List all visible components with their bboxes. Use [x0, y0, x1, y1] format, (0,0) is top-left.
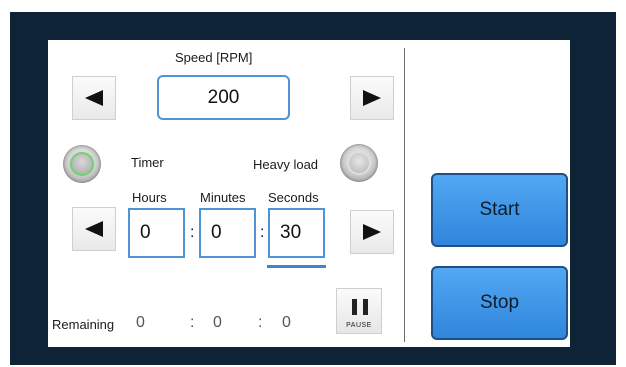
hours-field[interactable]: 0 — [128, 208, 185, 258]
right-arrow-icon — [363, 90, 381, 106]
right-arrow-icon — [363, 224, 381, 240]
speed-value-field[interactable]: 200 — [157, 75, 290, 120]
timer-indicator-led — [63, 145, 101, 183]
left-arrow-icon — [85, 221, 103, 237]
left-arrow-icon — [85, 90, 103, 106]
time-decrease-button[interactable] — [72, 207, 116, 251]
remaining-minutes: 0 — [213, 314, 222, 331]
remaining-separator: : — [258, 314, 263, 331]
speed-increase-button[interactable] — [350, 76, 394, 120]
pause-label: PAUSE — [346, 322, 372, 329]
heavy-load-indicator-label: Heavy load — [253, 157, 319, 172]
time-separator: : — [260, 224, 265, 241]
timer-indicator-label: Timer — [131, 155, 164, 170]
minutes-label: Minutes — [200, 190, 246, 205]
remaining-hours: 0 — [136, 314, 145, 331]
pause-button[interactable]: PAUSE — [336, 288, 382, 334]
minutes-field[interactable]: 0 — [199, 208, 256, 258]
hours-label: Hours — [132, 190, 167, 205]
speed-decrease-button[interactable] — [72, 76, 116, 120]
remaining-separator: : — [190, 314, 195, 331]
remaining-seconds: 0 — [282, 314, 291, 331]
start-button[interactable]: Start — [431, 173, 568, 247]
pause-icon — [352, 299, 368, 315]
stop-button[interactable]: Stop — [431, 266, 568, 340]
remaining-label: Remaining — [52, 317, 115, 332]
seconds-selected-indicator — [267, 265, 326, 268]
seconds-label: Seconds — [268, 190, 319, 205]
seconds-field[interactable]: 30 — [268, 208, 325, 258]
panel-divider — [404, 48, 405, 342]
time-increase-button[interactable] — [350, 210, 394, 254]
time-separator: : — [190, 224, 195, 241]
heavy-load-indicator-led — [340, 144, 378, 182]
speed-label: Speed [RPM] — [175, 50, 253, 65]
